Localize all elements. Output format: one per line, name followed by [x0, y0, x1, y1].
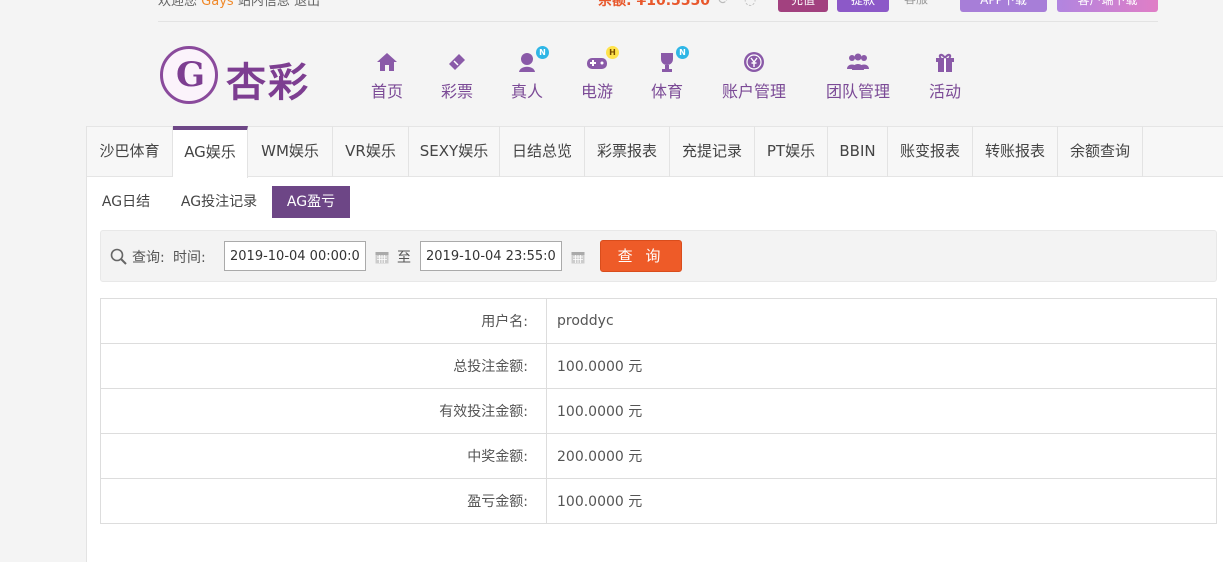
client-download-button[interactable]: 客户端下载	[1057, 0, 1158, 12]
tab-saba-sports[interactable]: 沙巴体育	[87, 126, 173, 177]
nav-label: 彩票	[440, 82, 473, 101]
row-value: 200.0000 元	[546, 433, 1217, 479]
nav-item-team[interactable]: 团队管理	[824, 50, 892, 102]
nav-label: 团队管理	[825, 82, 890, 101]
tab-vr[interactable]: VR娱乐	[333, 126, 409, 177]
dealer-icon: N	[515, 46, 549, 74]
team-icon	[846, 50, 870, 74]
nav-item-sports[interactable]: N 体育	[650, 46, 689, 102]
username-text: Gays	[201, 0, 234, 9]
row-value: 100.0000 元	[546, 388, 1217, 434]
service-link[interactable]: 客服	[904, 0, 928, 7]
nav-label: 电游	[580, 82, 613, 101]
table-row: 用户名: proddyc	[100, 298, 1217, 344]
end-date-input[interactable]	[420, 241, 562, 271]
site-logo[interactable]: G 杏彩	[160, 46, 310, 106]
nav-item-live[interactable]: N 真人	[510, 46, 549, 102]
tab-daily-overview[interactable]: 日结总览	[500, 126, 585, 177]
nav-item-account[interactable]: 账户管理	[720, 50, 788, 102]
nav-item-home[interactable]: 首页	[370, 50, 404, 102]
new-badge: N	[536, 46, 549, 59]
yen-coin-icon	[742, 50, 766, 74]
query-label: 查询:	[132, 250, 165, 266]
nav-item-egames[interactable]: H 电游	[580, 46, 619, 102]
row-label: 盈亏金额:	[100, 478, 547, 524]
refresh-icon[interactable]: ⟳	[718, 0, 730, 8]
recharge-button[interactable]: 充值	[778, 0, 828, 12]
report-tabs: 沙巴体育 AG娱乐 WM娱乐 VR娱乐 SEXY娱乐 日结总览 彩票报表 充提记…	[87, 126, 1223, 178]
row-value: 100.0000 元	[546, 478, 1217, 524]
calendar-icon[interactable]	[375, 249, 389, 264]
nav-label: 真人	[510, 82, 543, 101]
table-row: 总投注金额: 100.0000 元	[100, 343, 1217, 389]
tab-sexy[interactable]: SEXY娱乐	[409, 126, 500, 177]
table-row: 中奖金额: 200.0000 元	[100, 433, 1217, 479]
to-label: 至	[397, 250, 411, 266]
logo-text: 杏彩	[226, 60, 310, 106]
start-date-input[interactable]	[224, 241, 366, 271]
search-icon	[110, 248, 128, 266]
nav-item-lottery[interactable]: 彩票	[440, 50, 474, 102]
row-label: 用户名:	[100, 298, 547, 344]
query-bar: 查询: 时间: 至 查 询	[100, 230, 1217, 282]
row-label: 中奖金额:	[100, 433, 547, 479]
welcome-label: 欢迎您	[158, 0, 198, 9]
table-row: 盈亏金额: 100.0000 元	[100, 478, 1217, 524]
tab-pt[interactable]: PT娱乐	[755, 126, 828, 177]
profit-table: 用户名: proddyc 总投注金额: 100.0000 元 有效投注金额: 1…	[100, 298, 1217, 524]
subtab-ag-bets[interactable]: AG投注记录	[173, 186, 265, 218]
tab-bbin[interactable]: BBIN	[828, 126, 888, 177]
hot-badge: H	[606, 46, 619, 59]
table-row: 有效投注金额: 100.0000 元	[100, 388, 1217, 434]
nav-label: 活动	[928, 82, 961, 101]
tab-account-change[interactable]: 账变报表	[888, 126, 973, 177]
nav-label: 首页	[370, 82, 403, 101]
ticket-icon	[445, 50, 469, 74]
calendar-icon[interactable]	[571, 249, 585, 264]
tab-deposit-withdraw[interactable]: 充提记录	[670, 126, 755, 177]
app-download-button[interactable]: APP下载	[960, 0, 1047, 12]
subtab-ag-daily[interactable]: AG日结	[95, 186, 157, 218]
row-label: 总投注金额:	[100, 343, 547, 389]
welcome-area: 欢迎您 Gays 站内信息 退出	[158, 0, 320, 9]
tab-balance-query[interactable]: 余额查询	[1058, 126, 1143, 177]
message-label[interactable]: 站内信息	[238, 0, 290, 9]
subtab-ag-profit[interactable]: AG盈亏	[272, 186, 350, 218]
tab-transfer-report[interactable]: 转账报表	[973, 126, 1058, 177]
withdraw-button[interactable]: 提款	[837, 0, 889, 12]
tab-wm[interactable]: WM娱乐	[248, 126, 333, 177]
report-panel: 沙巴体育 AG娱乐 WM娱乐 VR娱乐 SEXY娱乐 日结总览 彩票报表 充提记…	[86, 126, 1223, 562]
home-icon	[375, 50, 399, 74]
eye-icon[interactable]: ◌	[744, 0, 756, 8]
gamepad-icon: H	[585, 46, 619, 74]
nav-item-promotions[interactable]: 活动	[928, 50, 962, 102]
query-button[interactable]: 查 询	[600, 240, 682, 272]
gift-icon	[933, 50, 957, 74]
row-value: 100.0000 元	[546, 343, 1217, 389]
nav-label: 账户管理	[721, 82, 786, 101]
balance-text: 余额: ¥10.5550	[598, 0, 710, 9]
nav-label: 体育	[650, 82, 683, 101]
new-badge: N	[676, 46, 689, 59]
top-bar: 欢迎您 Gays 站内信息 退出 余额: ¥10.5550 ⟳ ◌ 充值 提款 …	[158, 0, 1158, 22]
logo-mark: G	[160, 46, 218, 104]
tab-ag[interactable]: AG娱乐	[173, 126, 248, 178]
tab-lottery-report[interactable]: 彩票报表	[585, 126, 670, 177]
logout-link[interactable]: 退出	[294, 0, 320, 9]
row-value: proddyc	[546, 298, 1217, 344]
time-label: 时间:	[173, 250, 206, 266]
row-label: 有效投注金额:	[100, 388, 547, 434]
trophy-icon: N	[655, 46, 689, 74]
